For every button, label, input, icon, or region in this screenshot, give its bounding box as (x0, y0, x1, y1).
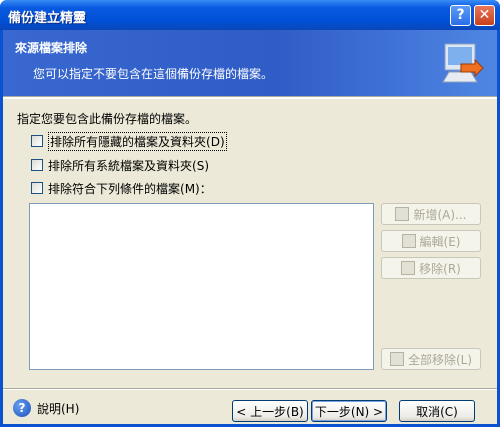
header-subtitle: 您可以指定不要包含在這個備份存檔的檔案。 (33, 67, 274, 81)
exclude-system-label: 排除所有系統檔案及資料夾(S) (48, 158, 209, 173)
exclude-hidden-label: 排除所有隱藏的檔案及資料夾(D) (48, 131, 227, 151)
help-icon: ? (13, 399, 31, 417)
remove-icon (401, 261, 416, 275)
add-icon (395, 207, 410, 221)
remove-label: 移除(R) (419, 261, 461, 276)
exclude-system-checkbox[interactable]: 排除所有系統檔案及資料夾(S) (31, 157, 209, 173)
close-button[interactable]: ✕ (474, 5, 495, 26)
help-title-button[interactable]: ? (450, 5, 471, 26)
checkbox-box[interactable] (31, 159, 43, 171)
exclusion-list[interactable] (29, 203, 374, 370)
remove-all-icon (389, 352, 404, 366)
exclude-matching-label: 排除符合下列條件的檔案(M)： (48, 181, 212, 196)
title-bar[interactable]: 備份建立精靈 ? ✕ (0, 0, 500, 30)
window-title: 備份建立精靈 (8, 11, 87, 26)
close-icon: ✕ (478, 7, 491, 23)
add-button[interactable]: 新增(A)... (381, 203, 481, 225)
help-link[interactable]: ? 說明(H) (13, 399, 79, 417)
wizard-window: 備份建立精靈 ? ✕ 來源檔案排除 您可以指定不要包含在這個備份存檔的檔案。 指… (0, 0, 500, 427)
exclude-matching-checkbox[interactable]: 排除符合下列條件的檔案(M)： (31, 180, 212, 196)
remove-button[interactable]: 移除(R) (381, 257, 481, 279)
back-button[interactable]: < 上一步(B) (232, 400, 308, 422)
wizard-header: 來源檔案排除 您可以指定不要包含在這個備份存檔的檔案。 (3, 30, 497, 96)
remove-all-button[interactable]: 全部移除(L) (381, 348, 481, 370)
prompt-text: 指定您要包含此備份存檔的檔案。 (17, 112, 198, 126)
checkbox-box[interactable] (31, 135, 43, 147)
edit-label: 編輯(E) (419, 234, 461, 249)
header-separator (3, 96, 497, 99)
edit-button[interactable]: 編輯(E) (381, 230, 481, 252)
remove-all-label: 全部移除(L) (407, 352, 473, 367)
edit-icon (401, 234, 416, 248)
question-icon: ? (456, 7, 465, 23)
cancel-button[interactable]: 取消(C) (399, 400, 475, 422)
exclude-hidden-checkbox[interactable]: 排除所有隱藏的檔案及資料夾(D) (31, 131, 227, 151)
header-title: 來源檔案排除 (15, 41, 88, 55)
help-label: 說明(H) (37, 401, 80, 416)
next-button[interactable]: 下一步(N) > (311, 400, 387, 422)
add-label: 新增(A)... (413, 207, 467, 222)
monitor-arrow-icon (442, 43, 484, 83)
dialog-client: 來源檔案排除 您可以指定不要包含在這個備份存檔的檔案。 指定您要包含此備份存檔的… (3, 30, 497, 424)
footer-separator (3, 388, 497, 390)
checkbox-box[interactable] (31, 182, 43, 194)
